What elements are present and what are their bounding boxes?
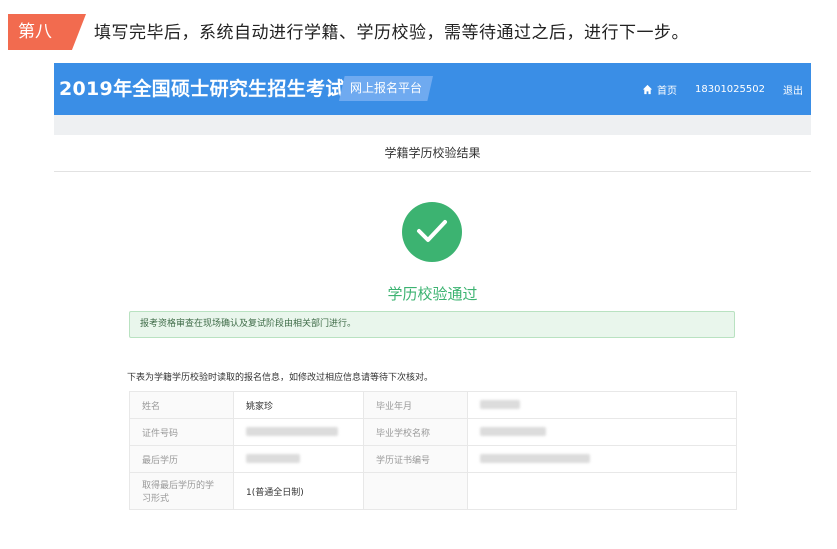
top-nav: 首页 18301025502 退出 [642, 63, 803, 115]
cell-value-id [233, 418, 364, 446]
cell-value-degree [233, 445, 364, 473]
table-row: 取得最后学历的学习形式 1(普通全日制) [129, 472, 737, 510]
cell-label-school: 毕业学校名称 [363, 418, 468, 446]
cell-label-name: 姓名 [129, 391, 234, 419]
cell-label-grad-date: 毕业年月 [363, 391, 468, 419]
redacted-value [480, 454, 590, 463]
cell-value-study-form: 1(普通全日制) [233, 472, 364, 510]
cell-label-empty [363, 472, 468, 510]
site-title: 2019年全国硕士研究生招生考试 [59, 78, 345, 100]
notice-alert: 报考资格审查在现场确认及复试阶段由相关部门进行。 [129, 311, 735, 338]
step-tag: 第八 [8, 14, 86, 50]
applicant-info-table: 姓名 姚家珍 毕业年月 证件号码 毕业学校名称 最后学历 学历证书编号 取得最后… [129, 391, 737, 510]
cell-value-school [467, 418, 737, 446]
screenshot-frame: 2019年全国硕士研究生招生考试 网上报名平台 首页 18301025502 退… [54, 63, 811, 543]
cell-label-study-form: 取得最后学历的学习形式 [129, 472, 234, 510]
redacted-value [480, 400, 520, 409]
home-icon [642, 84, 653, 94]
cell-value-cert-no [467, 445, 737, 473]
status-text: 学历校验通过 [387, 285, 478, 303]
nav-home-label: 首页 [657, 85, 677, 97]
table-intro-text: 下表为学籍学历校验时读取的报名信息，如修改过相应信息请等待下次核对。 [127, 373, 434, 383]
nav-logout-link[interactable]: 退出 [783, 82, 803, 97]
step-instruction: 填写完毕后，系统自动进行学籍、学历校验，需等待通过之后，进行下一步。 [94, 23, 689, 43]
table-row: 姓名 姚家珍 毕业年月 [129, 391, 737, 419]
page-title: 学籍学历校验结果 [54, 135, 811, 172]
cell-value-name: 姚家珍 [233, 391, 364, 419]
platform-badge: 网上报名平台 [339, 76, 433, 101]
cell-value-grad-date [467, 391, 737, 419]
cell-label-id: 证件号码 [129, 418, 234, 446]
success-check-icon [402, 202, 462, 262]
checkmark-icon [417, 220, 447, 242]
nav-user-account[interactable]: 18301025502 [695, 84, 765, 95]
table-row: 最后学历 学历证书编号 [129, 445, 737, 473]
cell-label-cert-no: 学历证书编号 [363, 445, 468, 473]
redacted-value [246, 454, 300, 463]
sub-bar [54, 115, 811, 135]
nav-home-link[interactable]: 首页 [642, 82, 677, 97]
top-navbar: 2019年全国硕士研究生招生考试 网上报名平台 首页 18301025502 退… [54, 63, 811, 115]
redacted-value [480, 427, 546, 436]
redacted-value [246, 427, 338, 436]
cell-label-degree: 最后学历 [129, 445, 234, 473]
table-row: 证件号码 毕业学校名称 [129, 418, 737, 446]
cell-value-empty [467, 472, 737, 510]
